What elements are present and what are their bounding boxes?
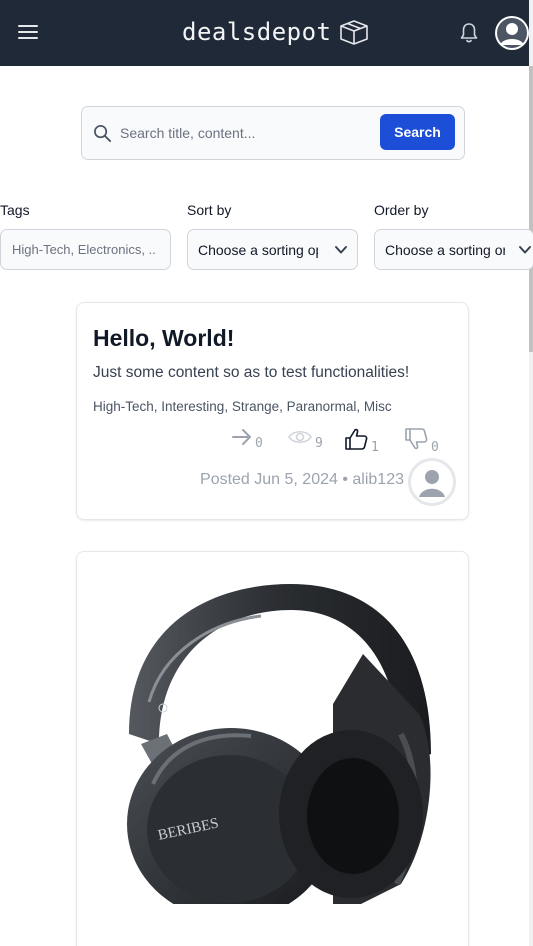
- top-navbar: dealsdepot: [0, 0, 529, 66]
- order-by-label: Order by: [374, 202, 429, 218]
- arrow-right-icon: [232, 429, 251, 445]
- chevron-down-icon: [335, 246, 347, 254]
- search-input[interactable]: [120, 117, 378, 149]
- post-content: Just some content so as to test function…: [93, 364, 410, 381]
- share-stat[interactable]: 0: [231, 427, 263, 451]
- sort-by-label: Sort by: [187, 202, 232, 218]
- sort-by-value: Choose a sorting op: [198, 242, 318, 258]
- thumbs-down-icon: [405, 428, 428, 450]
- author-avatar-icon[interactable]: [408, 458, 456, 506]
- bell-icon[interactable]: [457, 21, 481, 45]
- brand-logo[interactable]: dealsdepot: [182, 18, 370, 46]
- like-stat[interactable]: 1: [343, 427, 379, 455]
- tags-input[interactable]: High-Tech, Electronics, ..: [0, 229, 171, 270]
- thumbs-up-icon: [345, 428, 368, 450]
- chevron-down-icon: [519, 246, 531, 254]
- headphones-product-image[interactable]: BERIBES: [101, 584, 445, 904]
- post-meta: Posted Jun 5, 2024 • alib123: [200, 471, 404, 488]
- sort-by-select[interactable]: Choose a sorting op: [187, 229, 358, 270]
- brand-name: dealsdepot: [182, 18, 332, 46]
- dislike-count: 0: [431, 440, 439, 455]
- views-stat: 9: [287, 427, 323, 451]
- views-count: 9: [315, 436, 323, 451]
- like-count: 1: [371, 440, 379, 455]
- scrollbar-thumb[interactable]: [529, 66, 533, 352]
- post-card[interactable]: Hello, World! Just some content so as to…: [76, 302, 469, 520]
- tags-input-value: High-Tech, Electronics, ..: [12, 242, 156, 257]
- post-card[interactable]: BERIBES: [76, 551, 469, 946]
- hamburger-menu-icon[interactable]: [18, 25, 38, 41]
- share-count: 0: [255, 436, 263, 451]
- post-tags: High-Tech, Interesting, Strange, Paranor…: [93, 399, 392, 414]
- tags-label: Tags: [0, 202, 30, 218]
- box-3d-icon: [339, 20, 368, 45]
- search-button[interactable]: Search: [380, 114, 455, 150]
- search-bar: Search: [81, 106, 465, 160]
- post-title[interactable]: Hello, World!: [93, 325, 234, 352]
- eye-icon: [288, 430, 312, 444]
- user-avatar-icon[interactable]: [495, 16, 529, 50]
- dislike-stat[interactable]: 0: [403, 427, 439, 455]
- search-icon: [94, 125, 112, 143]
- order-by-value: Choose a sorting or: [385, 242, 505, 258]
- order-by-select[interactable]: Choose a sorting or: [374, 229, 533, 270]
